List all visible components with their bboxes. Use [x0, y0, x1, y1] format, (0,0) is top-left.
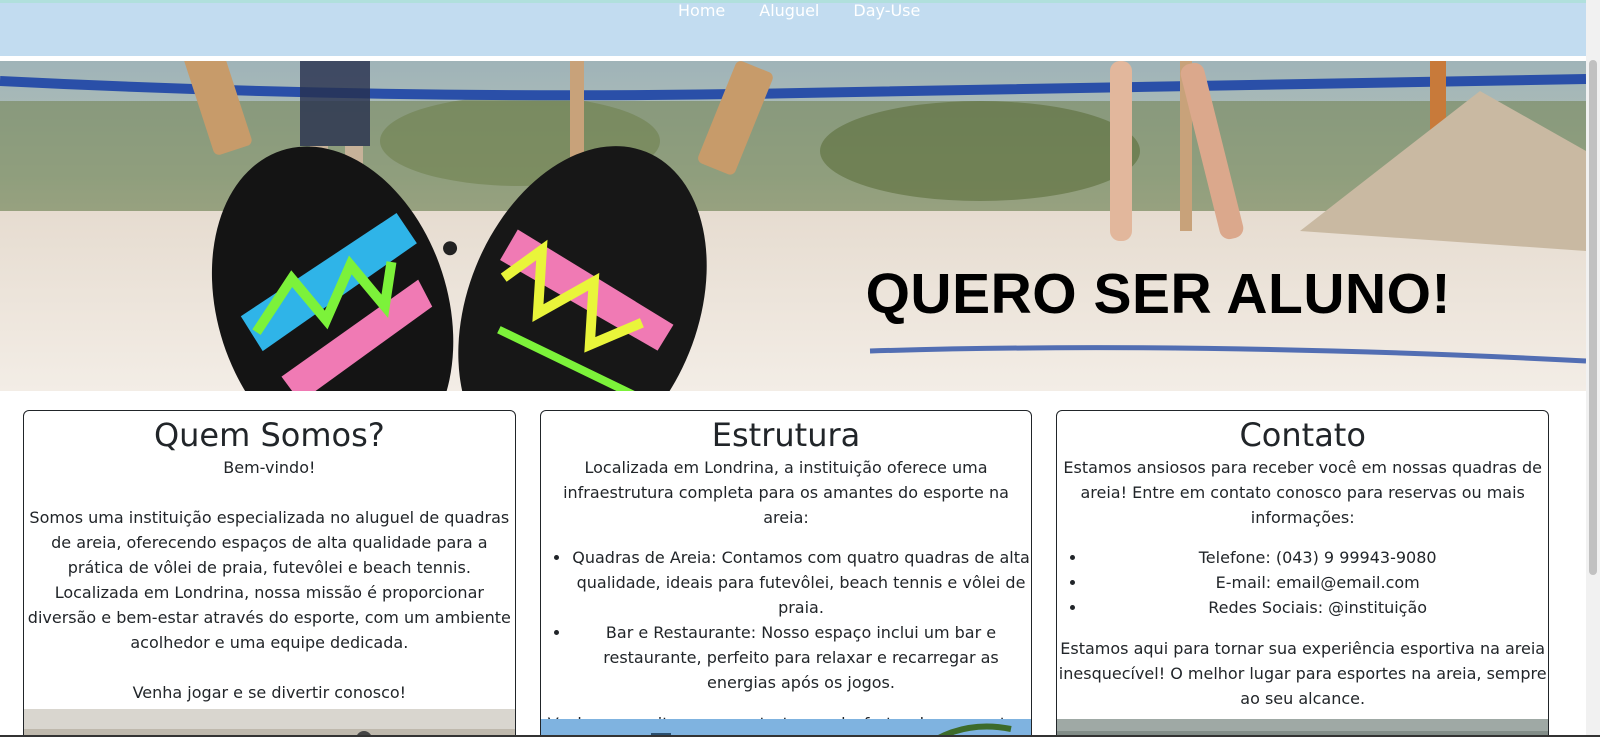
main-nav: Home Aluguel Day-Use: [678, 0, 920, 25]
hero-image: [0, 61, 1586, 391]
card-image: [24, 709, 515, 737]
contact-email: E-mail: email@email.com: [1087, 570, 1548, 595]
hero-title: QUERO SER ALUNO!: [865, 262, 1451, 326]
card-invite: Venha jogar e se divertir conosco!: [132, 683, 407, 702]
features-list: Quadras de Areia: Contamos com quatro qu…: [541, 545, 1032, 695]
card-greeting: Bem-vindo!: [223, 458, 316, 477]
top-navbar: Home Aluguel Day-Use: [0, 0, 1586, 56]
hero-banner[interactable]: QUERO SER ALUNO!: [0, 61, 1586, 391]
card-title: Quem Somos?: [153, 416, 385, 454]
card-intro: Localizada em Londrina, a instituição of…: [563, 458, 1009, 527]
contact-social: Redes Sociais: @instituição: [1087, 595, 1548, 620]
card-contato: Contato Estamos ansiosos para receber vo…: [1056, 410, 1550, 737]
info-cards: Quem Somos? Bem-vindo! Somos uma institu…: [23, 410, 1550, 737]
card-quem-somos: Quem Somos? Bem-vindo! Somos uma institu…: [23, 410, 516, 737]
card-intro: Estamos ansiosos para receber você em no…: [1063, 458, 1542, 527]
card-title: Contato: [1239, 416, 1366, 454]
card-estrutura: Estrutura Localizada em Londrina, a inst…: [539, 410, 1033, 737]
card-description: Somos uma instituição especializada no a…: [27, 508, 511, 652]
list-item: Quadras de Areia: Contamos com quatro qu…: [571, 545, 1032, 620]
nav-link-day-use[interactable]: Day-Use: [853, 0, 920, 25]
card-title: Estrutura: [711, 416, 861, 454]
contact-phone: Telefone: (043) 9 99943-9080: [1087, 545, 1548, 570]
nav-link-aluguel[interactable]: Aluguel: [759, 0, 819, 25]
scrollbar-thumb[interactable]: [1589, 60, 1597, 575]
nav-link-home[interactable]: Home: [678, 0, 725, 25]
card-outro: Estamos aqui para tornar sua experiência…: [1058, 639, 1547, 708]
vertical-scrollbar[interactable]: [1586, 0, 1600, 737]
contact-list: Telefone: (043) 9 99943-9080 E-mail: ema…: [1057, 545, 1548, 620]
list-item: Bar e Restaurante: Nosso espaço inclui u…: [571, 620, 1032, 695]
